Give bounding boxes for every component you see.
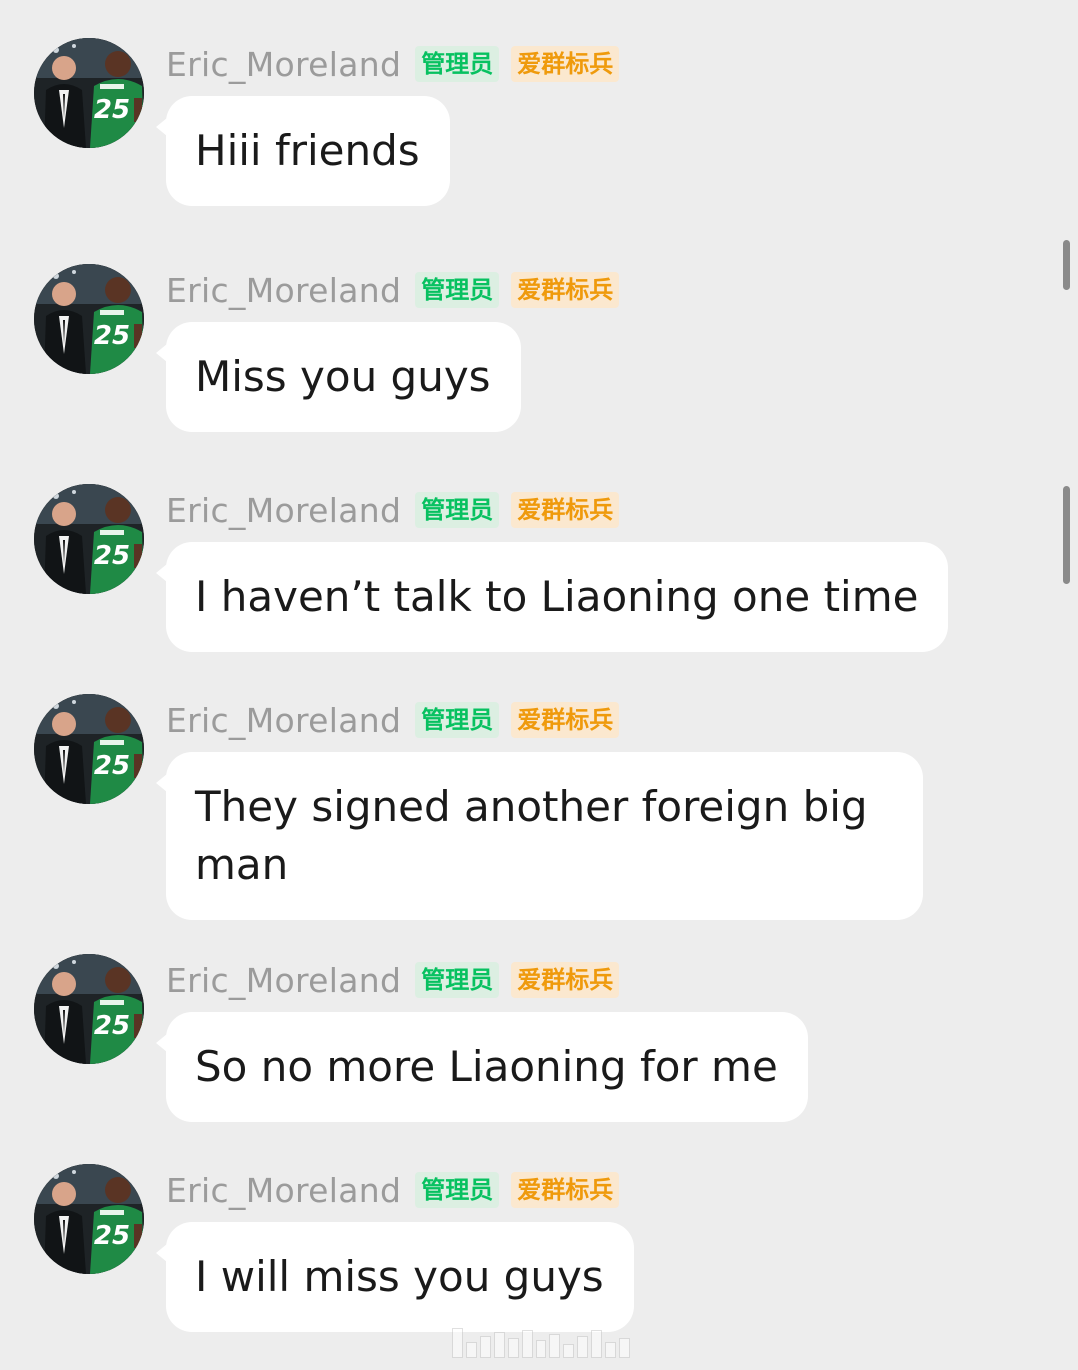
- jersey-number: 25: [94, 321, 130, 351]
- member-title-badge: 爱群标兵: [511, 962, 620, 998]
- username[interactable]: Eric_Moreland: [166, 45, 401, 84]
- home-indicator: [452, 1326, 630, 1358]
- admin-badge: 管理员: [415, 962, 500, 998]
- avatar[interactable]: 25: [34, 38, 144, 148]
- member-title-badge: 爱群标兵: [511, 272, 620, 308]
- user-avatar-basketball-icon: 25: [34, 1164, 144, 1274]
- admin-badge: 管理员: [415, 1172, 500, 1208]
- message-bubble[interactable]: Miss you guys: [156, 322, 521, 432]
- jersey-number: 25: [94, 95, 130, 125]
- jersey-number: 25: [94, 1011, 130, 1041]
- username[interactable]: Eric_Moreland: [166, 271, 401, 310]
- jersey-number: 25: [94, 1221, 130, 1251]
- message-meta: Eric_Moreland 管理员 爱群标兵: [166, 958, 631, 1002]
- user-avatar-basketball-icon: 25: [34, 694, 144, 804]
- jersey-number: 25: [94, 541, 130, 571]
- username[interactable]: Eric_Moreland: [166, 491, 401, 530]
- user-avatar-basketball-icon: 25: [34, 954, 144, 1064]
- scrollbar[interactable]: [1063, 240, 1070, 290]
- avatar[interactable]: 25: [34, 484, 144, 594]
- message-meta: Eric_Moreland 管理员 爱群标兵: [166, 268, 631, 312]
- avatar[interactable]: 25: [34, 264, 144, 374]
- jersey-number: 25: [94, 751, 130, 781]
- admin-badge: 管理员: [415, 702, 500, 738]
- avatar[interactable]: 25: [34, 954, 144, 1064]
- message-bubble[interactable]: Hiii friends: [156, 96, 450, 206]
- admin-badge: 管理员: [415, 46, 500, 82]
- message-bubble[interactable]: They signed another foreign big man: [156, 752, 923, 920]
- admin-badge: 管理员: [415, 272, 500, 308]
- message-bubble[interactable]: So no more Liaoning for me: [156, 1012, 808, 1122]
- message-meta: Eric_Moreland 管理员 爱群标兵: [166, 1168, 631, 1212]
- username[interactable]: Eric_Moreland: [166, 701, 401, 740]
- member-title-badge: 爱群标兵: [511, 46, 620, 82]
- scrollbar[interactable]: [1063, 486, 1070, 584]
- avatar[interactable]: 25: [34, 1164, 144, 1274]
- message-meta: Eric_Moreland 管理员 爱群标兵: [166, 42, 631, 86]
- username[interactable]: Eric_Moreland: [166, 961, 401, 1000]
- user-avatar-basketball-icon: 25: [34, 264, 144, 374]
- message-meta: Eric_Moreland 管理员 爱群标兵: [166, 488, 631, 532]
- member-title-badge: 爱群标兵: [511, 492, 620, 528]
- user-avatar-basketball-icon: 25: [34, 38, 144, 148]
- admin-badge: 管理员: [415, 492, 500, 528]
- member-title-badge: 爱群标兵: [511, 702, 620, 738]
- message-meta: Eric_Moreland 管理员 爱群标兵: [166, 698, 631, 742]
- message-bubble[interactable]: I haven’t talk to Liaoning one time: [155, 542, 949, 652]
- member-title-badge: 爱群标兵: [511, 1172, 620, 1208]
- message-bubble[interactable]: I will miss you guys: [156, 1222, 634, 1332]
- username[interactable]: Eric_Moreland: [166, 1171, 401, 1210]
- avatar[interactable]: 25: [34, 694, 144, 804]
- user-avatar-basketball-icon: 25: [34, 484, 144, 594]
